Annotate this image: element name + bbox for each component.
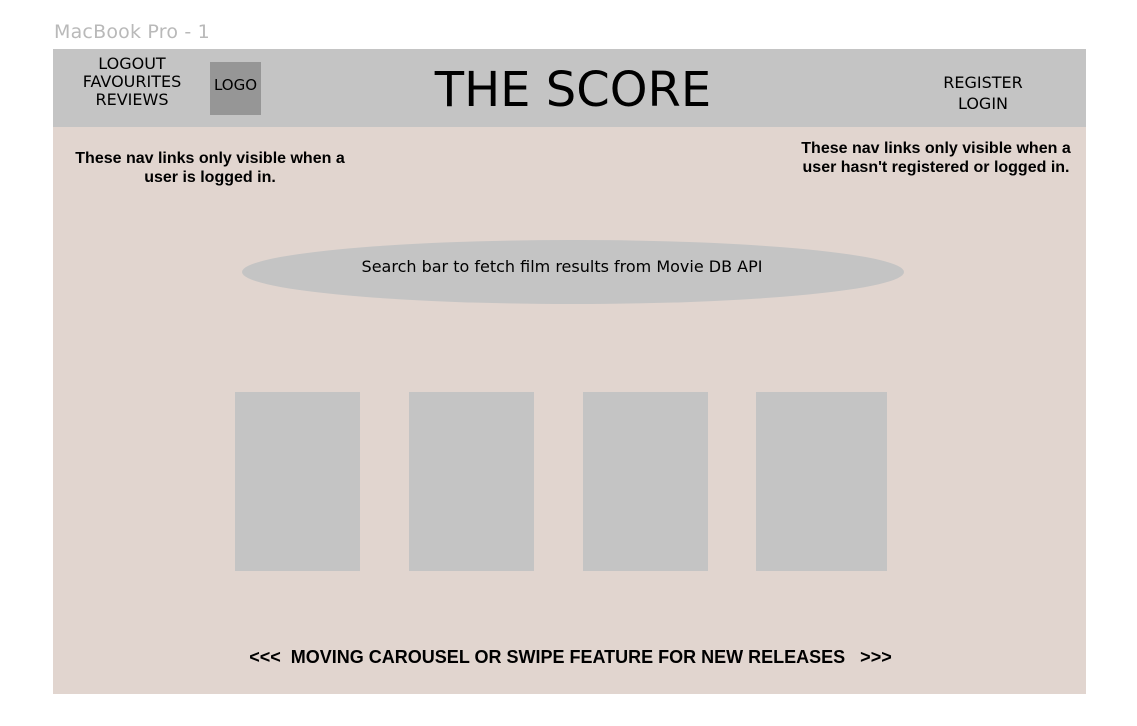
frame-label: MacBook Pro - 1 <box>54 21 210 43</box>
nav-link-logout[interactable]: LOGOUT <box>98 55 165 73</box>
nav-link-register[interactable]: REGISTER <box>943 72 1023 93</box>
carousel-caption: <<< MOVING CAROUSEL OR SWIPE FEATURE FOR… <box>249 647 892 667</box>
logo[interactable]: LOGO <box>210 62 261 115</box>
guest-nav: REGISTER LOGIN <box>913 72 1053 114</box>
release-poster-3[interactable] <box>583 392 708 571</box>
search-bar[interactable]: Search bar to fetch film results from Mo… <box>242 240 904 304</box>
search-bar-label: Search bar to fetch film results from Mo… <box>361 257 763 276</box>
nav-link-reviews[interactable]: REVIEWS <box>96 91 169 109</box>
release-poster-1[interactable] <box>235 392 360 571</box>
page-frame: LOGOUT FAVOURITES REVIEWS LOGO THE SCORE… <box>53 49 1086 694</box>
site-title: THE SCORE <box>434 62 712 118</box>
guest-nav-note: These nav links only visible when a user… <box>801 140 1071 176</box>
logged-in-nav-note: These nav links only visible when a user… <box>75 150 345 186</box>
header-bar: LOGOUT FAVOURITES REVIEWS LOGO THE SCORE… <box>53 49 1086 127</box>
nav-link-favourites[interactable]: FAVOURITES <box>83 73 182 91</box>
release-poster-2[interactable] <box>409 392 534 571</box>
release-poster-4[interactable] <box>756 392 887 571</box>
nav-link-login[interactable]: LOGIN <box>958 93 1008 114</box>
logged-in-nav: LOGOUT FAVOURITES REVIEWS <box>63 55 201 109</box>
